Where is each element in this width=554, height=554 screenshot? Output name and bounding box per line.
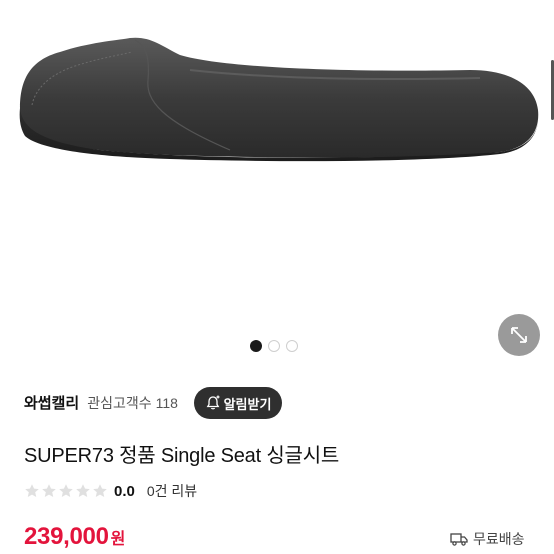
truck-icon <box>450 533 468 546</box>
gallery-pagination <box>250 340 298 352</box>
notify-button-label: 알림받기 <box>223 396 272 412</box>
seller-name[interactable]: 와썹캘리 <box>24 392 79 413</box>
star-icon <box>59 484 73 497</box>
favorite-customers-count: 118 <box>155 394 178 411</box>
product-title: SUPER73 정품 Single Seat 싱글시트 <box>24 445 340 467</box>
seller-info: 와썹캘리 관심고객수 118 <box>24 392 178 413</box>
star-icon <box>42 484 56 497</box>
star-icon <box>76 484 90 497</box>
favorite-customers-label: 관심고객수 <box>87 394 152 411</box>
pagination-dot[interactable] <box>268 340 280 352</box>
star-icon <box>93 484 107 497</box>
rating-row: 0.0 0건 리뷰 <box>24 481 197 501</box>
expand-image-button[interactable] <box>498 314 540 356</box>
rating-value: 0.0 <box>114 482 135 500</box>
price-amount: 239,000 <box>24 523 109 550</box>
product-image-seat <box>19 37 539 162</box>
notify-button[interactable]: 알림받기 <box>194 387 282 419</box>
pagination-dot[interactable] <box>286 340 298 352</box>
shipping-info: 무료배송 <box>450 529 525 549</box>
shipping-label: 무료배송 <box>473 531 525 547</box>
pagination-dot-active[interactable] <box>250 340 262 352</box>
star-icon <box>25 484 39 497</box>
expand-arrows-icon <box>511 327 527 343</box>
product-image-gallery[interactable] <box>0 0 554 372</box>
price-currency: 원 <box>110 531 126 548</box>
bell-plus-icon <box>206 395 220 410</box>
review-count-link[interactable]: 0건 리뷰 <box>147 481 197 501</box>
price: 239,000 원 <box>24 523 125 551</box>
rating-stars <box>24 483 108 499</box>
